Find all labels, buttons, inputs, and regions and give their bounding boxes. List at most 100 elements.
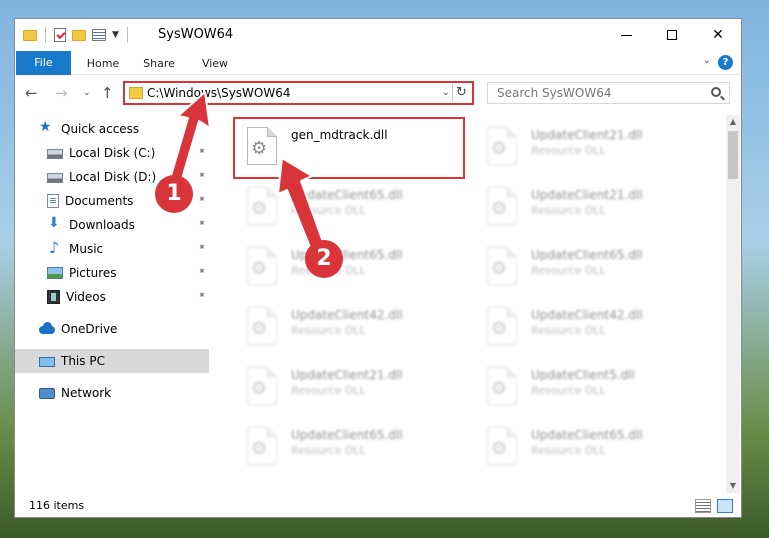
file-item[interactable]: UpdateClient65.dll Resource DLL	[475, 419, 703, 477]
pin-icon: ✦	[193, 168, 208, 183]
file-item-gen-mdtrack[interactable]: gen_mdtrack.dll	[233, 117, 465, 179]
sidebar-item-label: Downloads	[69, 218, 135, 232]
dll-file-icon	[487, 127, 517, 165]
file-name: gen_mdtrack.dll	[291, 128, 388, 142]
back-arrow-icon[interactable]: ←	[25, 84, 38, 102]
scroll-up-arrow-icon[interactable]: ▲	[726, 115, 740, 129]
pin-icon: ✦	[193, 216, 208, 231]
vertical-scrollbar[interactable]: ▲ ▼	[726, 115, 740, 493]
navigation-pane: Quick access Local Disk (C:) ✦ Local Dis…	[15, 115, 211, 495]
status-bar: 116 items	[15, 495, 741, 517]
maximize-button[interactable]	[649, 19, 695, 51]
music-icon	[47, 238, 63, 257]
file-type: Resource DLL	[291, 384, 366, 397]
properties-icon[interactable]	[92, 29, 106, 41]
sidebar-item-label: Videos	[66, 290, 106, 304]
up-arrow-icon[interactable]: ↑	[101, 84, 114, 102]
sidebar-item-label: Local Disk (C:)	[69, 146, 156, 160]
maximize-icon	[667, 30, 677, 40]
file-item[interactable]: UpdateClient21.dll Resource DLL	[475, 179, 703, 237]
file-item[interactable]: UpdateClient21.dll Resource DLL	[235, 359, 463, 417]
step-2-badge: 2	[305, 240, 343, 278]
file-item[interactable]: UpdateClient65.dll Resource DLL	[475, 239, 703, 297]
dll-file-icon	[247, 187, 277, 225]
pictures-icon	[47, 267, 63, 279]
file-name: UpdateClient21.dll	[531, 188, 643, 202]
toolbar-separator	[45, 27, 46, 43]
search-box[interactable]: Search SysWOW64	[487, 82, 730, 104]
quick-access-toolbar: ▼	[23, 27, 130, 43]
file-item[interactable]: UpdateClient65.dll Resource DLL	[235, 239, 463, 297]
dll-file-icon	[247, 247, 277, 285]
file-name: UpdateClient65.dll	[531, 248, 643, 262]
item-count: 116 items	[29, 499, 85, 512]
drive-icon	[47, 173, 63, 183]
file-item[interactable]: UpdateClient5.dll Resource DLL	[475, 359, 703, 417]
file-name: UpdateClient21.dll	[531, 128, 643, 142]
address-path[interactable]: C:\Windows\SysWOW64	[147, 86, 291, 100]
file-name: UpdateClient21.dll	[291, 368, 403, 382]
file-name: UpdateClient42.dll	[531, 308, 643, 322]
sidebar-item-local-disk-c[interactable]: Local Disk (C:) ✦	[15, 141, 209, 165]
details-view-icon[interactable]	[695, 499, 711, 513]
search-input[interactable]: Search SysWOW64	[497, 86, 611, 100]
title-bar: ▼ SysWOW64 ✕	[15, 19, 741, 51]
file-explorer-window: ▼ SysWOW64 ✕ File Home Share View ⌄ ? ← …	[14, 18, 742, 518]
file-type: Resource DLL	[531, 444, 606, 457]
network-icon	[39, 387, 55, 399]
file-item[interactable]: UpdateClient42.dll Resource DLL	[475, 299, 703, 357]
file-item[interactable]: UpdateClient65.dll Resource DLL	[235, 419, 463, 477]
window-controls: ✕	[603, 19, 741, 51]
tab-share[interactable]: Share	[137, 53, 181, 75]
customize-toolbar-chevron-icon[interactable]: ▼	[112, 30, 119, 40]
tab-view[interactable]: View	[193, 53, 237, 75]
sidebar-item-label: Documents	[65, 194, 134, 208]
file-name: UpdateClient5.dll	[531, 368, 635, 382]
file-item[interactable]: UpdateClient42.dll Resource DLL	[235, 299, 463, 357]
sidebar-item-network[interactable]: Network	[15, 381, 209, 405]
tab-file[interactable]: File	[16, 51, 71, 75]
star-icon	[39, 119, 55, 136]
file-type: Resource DLL	[291, 324, 366, 337]
file-item[interactable]: UpdateClient65.dll Resource DLL	[235, 179, 463, 237]
sidebar-item-this-pc[interactable]: This PC	[15, 349, 209, 373]
dll-file-icon	[487, 427, 517, 465]
expand-ribbon-chevron-icon[interactable]: ⌄	[703, 55, 711, 66]
help-icon[interactable]: ?	[718, 55, 733, 70]
step-1-badge: 1	[155, 175, 193, 213]
large-icons-view-icon[interactable]	[717, 499, 733, 513]
pin-icon: ✦	[193, 288, 208, 303]
dll-file-icon	[487, 367, 517, 405]
file-name: UpdateClient65.dll	[291, 428, 403, 442]
tab-home[interactable]: Home	[81, 53, 125, 75]
file-item[interactable]: UpdateClient21.dll Resource DLL	[475, 119, 703, 177]
pin-icon: ✦	[193, 264, 208, 279]
sidebar-item-quick-access[interactable]: Quick access	[15, 117, 209, 141]
sidebar-item-music[interactable]: Music ✦	[15, 237, 209, 261]
sidebar-item-pictures[interactable]: Pictures ✦	[15, 261, 209, 285]
search-icon[interactable]	[711, 87, 721, 97]
refresh-icon[interactable]: ↻	[452, 84, 470, 102]
forward-arrow-icon[interactable]: →	[55, 84, 68, 102]
address-bar[interactable]: C:\Windows\SysWOW64 ⌄ ↻	[123, 81, 474, 105]
file-type: Resource DLL	[531, 384, 606, 397]
recent-locations-chevron-icon[interactable]: ⌄	[83, 88, 91, 98]
sidebar-item-onedrive[interactable]: OneDrive	[15, 317, 209, 341]
new-folder-icon[interactable]	[72, 29, 86, 41]
close-button[interactable]: ✕	[695, 19, 741, 51]
file-type: Resource DLL	[291, 444, 366, 457]
sidebar-item-downloads[interactable]: Downloads ✦	[15, 213, 209, 237]
minimize-icon	[620, 34, 632, 36]
address-dropdown-chevron-icon[interactable]: ⌄	[442, 87, 450, 98]
sidebar-item-label: Pictures	[69, 266, 117, 280]
scroll-down-arrow-icon[interactable]: ▼	[726, 479, 740, 493]
sidebar-item-label: Music	[69, 242, 104, 256]
documents-icon	[47, 194, 59, 208]
scroll-thumb[interactable]	[728, 131, 738, 179]
properties-check-icon[interactable]	[54, 28, 66, 42]
minimize-button[interactable]	[603, 19, 649, 51]
file-type: Resource DLL	[291, 204, 366, 217]
file-type: Resource DLL	[531, 204, 606, 217]
file-type: Resource DLL	[531, 324, 606, 337]
sidebar-item-videos[interactable]: Videos ✦	[15, 285, 209, 309]
